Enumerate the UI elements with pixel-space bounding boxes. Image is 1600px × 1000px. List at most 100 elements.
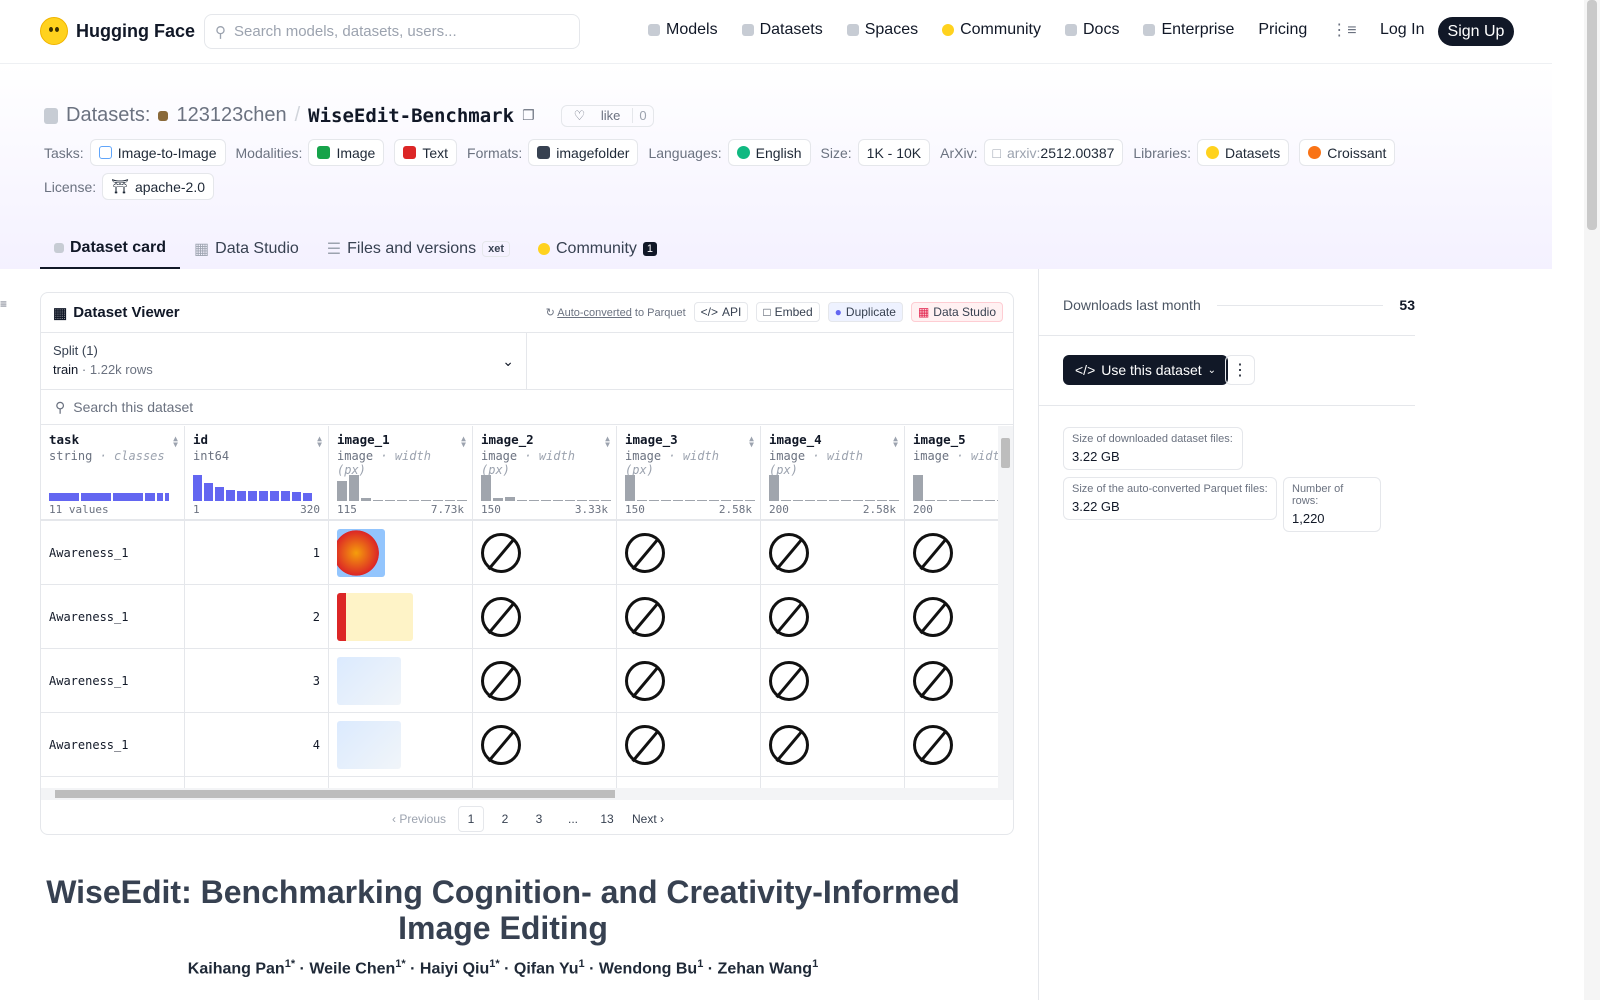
column-header[interactable]: id int64 ▲ ▼ 1 320 — [185, 426, 328, 521]
nav-datasets[interactable]: Datasets — [741, 21, 823, 39]
table-cell[interactable] — [761, 713, 904, 777]
table-cell[interactable] — [473, 521, 616, 585]
nav-enterprise[interactable]: Enterprise — [1143, 21, 1234, 39]
tag-language[interactable]: English — [727, 139, 811, 166]
histogram-bar — [481, 475, 491, 501]
histogram-bar — [889, 500, 899, 501]
table-cell[interactable] — [761, 585, 904, 649]
sort-icon[interactable]: ▲ ▼ — [893, 435, 898, 449]
chevron-down-icon: ⌄ — [502, 353, 514, 369]
duplicate-button[interactable]: ● Duplicate — [827, 302, 903, 322]
tag-license[interactable]: ⛩ apache-2.0 — [102, 173, 214, 200]
use-dataset-button[interactable]: </> Use this dataset ⌄ — [1063, 355, 1229, 385]
tab-data-studio[interactable]: ▦ Data Studio — [180, 228, 313, 269]
tag-size[interactable]: 1K - 10K — [857, 139, 931, 166]
table-cell[interactable] — [473, 649, 616, 713]
nav-links: Models Datasets Spaces Community Docs En… — [648, 20, 1357, 40]
page-1[interactable]: 1 — [458, 806, 484, 832]
datasets-link[interactable]: Datasets: — [66, 104, 150, 127]
tag-modality-text[interactable]: Text — [394, 139, 458, 166]
histogram-bar — [81, 493, 111, 501]
table-cell[interactable]: 2 — [185, 585, 328, 649]
nav-models[interactable]: Models — [648, 21, 718, 39]
column-header[interactable]: image_2 image · width (px) ▲ ▼ 150 3.33k — [473, 426, 616, 521]
brand-logo[interactable]: Hugging Face — [40, 17, 195, 45]
column-header[interactable]: image_3 image · width (px) ▲ ▼ 150 2.58k — [617, 426, 760, 521]
sort-icon[interactable]: ▲ ▼ — [605, 435, 610, 449]
column-header[interactable]: image_4 image · width (px) ▲ ▼ 200 2.58k — [761, 426, 904, 521]
sidebar-toggle-icon[interactable]: ≡ — [0, 297, 10, 311]
column-name: task — [49, 432, 80, 447]
page-3[interactable]: 3 — [526, 806, 552, 832]
table-cell[interactable] — [905, 649, 999, 713]
tab-community[interactable]: Community 1 — [524, 228, 671, 269]
data-studio-button[interactable]: ▦ Data Studio — [910, 302, 1003, 322]
signup-button[interactable]: Sign Up — [1438, 17, 1514, 46]
tag-lib-croissant[interactable]: Croissant — [1299, 139, 1396, 166]
nav-pricing[interactable]: Pricing — [1258, 21, 1307, 39]
global-search-input[interactable]: ⚲ Search models, datasets, users... — [204, 14, 580, 49]
split-select[interactable]: Split (1) train · 1.22k rows ⌄ — [41, 333, 527, 389]
prev-page-button[interactable]: ‹ Previous — [388, 806, 450, 832]
table-cell[interactable]: Awareness_1 — [41, 713, 184, 777]
nav-spaces[interactable]: Spaces — [846, 21, 918, 39]
sort-icon[interactable]: ▲ ▼ — [461, 435, 466, 449]
table-cell[interactable] — [473, 713, 616, 777]
table-cell[interactable] — [905, 521, 999, 585]
table-cell[interactable] — [617, 649, 760, 713]
table-cell[interactable] — [617, 713, 760, 777]
page-2[interactable]: 2 — [492, 806, 518, 832]
owner-link[interactable]: 123123chen — [176, 104, 286, 127]
column-histogram — [913, 471, 999, 501]
nav-menu-icon[interactable]: ⋮≡ — [1331, 20, 1356, 40]
sort-icon[interactable]: ▲ ▼ — [173, 435, 178, 449]
vertical-scrollbar[interactable] — [998, 426, 1013, 788]
sort-icon[interactable]: ▲ ▼ — [749, 435, 754, 449]
table-cell[interactable] — [761, 649, 904, 713]
viewer-search-input[interactable]: ⚲ Search this dataset — [41, 390, 1013, 425]
table-cell[interactable]: 3 — [185, 649, 328, 713]
table-cell[interactable] — [617, 521, 760, 585]
login-link[interactable]: Log In — [1380, 21, 1424, 39]
table-cell[interactable] — [329, 521, 472, 585]
table-cell[interactable]: 4 — [185, 713, 328, 777]
horizontal-scrollbar[interactable] — [41, 788, 1013, 800]
tab-files[interactable]: ☰ Files and versions xet — [313, 228, 524, 269]
table-cell[interactable] — [473, 585, 616, 649]
table-cell[interactable] — [905, 713, 999, 777]
next-page-button[interactable]: Next › — [628, 806, 668, 832]
table-cell[interactable] — [329, 713, 472, 777]
folder-icon — [537, 146, 551, 159]
table-cell[interactable] — [329, 649, 472, 713]
sort-icon[interactable]: ▲ ▼ — [317, 435, 322, 449]
page-scrollbar[interactable] — [1584, 0, 1600, 1000]
copy-icon[interactable]: ❐ — [522, 107, 535, 124]
tag-arxiv[interactable]: □ arxiv: 2512.00387 — [983, 139, 1124, 166]
tag-lib-datasets[interactable]: Datasets — [1196, 139, 1290, 166]
like-button[interactable]: ♡ like 0 — [560, 104, 654, 127]
tab-dataset-card[interactable]: Dataset card — [40, 228, 181, 269]
download-size-box: Size of downloaded dataset files: 3.22 GB — [1063, 427, 1243, 470]
table-cell[interactable] — [905, 585, 999, 649]
table-cell[interactable] — [761, 521, 904, 585]
nav-community[interactable]: Community — [942, 21, 1041, 39]
more-options-button[interactable]: ⋮ — [1225, 355, 1255, 385]
table-cell[interactable]: 1 — [185, 521, 328, 585]
table-cell[interactable] — [617, 585, 760, 649]
auto-converted-link[interactable]: ↻ Auto-converted to Parquet — [546, 306, 686, 319]
column-header[interactable]: image_5image · width▲▼200 — [905, 426, 999, 521]
column-header[interactable]: task string · classes ▲ ▼ 11 values — [41, 426, 184, 521]
page-13[interactable]: 13 — [594, 806, 620, 832]
repo-name[interactable]: WiseEdit-Benchmark — [308, 105, 514, 127]
tag-format[interactable]: imagefolder — [528, 139, 639, 166]
nav-docs[interactable]: Docs — [1065, 21, 1119, 39]
tag-modality-image[interactable]: Image — [308, 139, 385, 166]
table-cell[interactable]: Awareness_1 — [41, 649, 184, 713]
api-button[interactable]: </> API — [693, 302, 749, 322]
tag-task[interactable]: Image-to-Image — [89, 139, 226, 166]
table-cell[interactable] — [329, 585, 472, 649]
column-header[interactable]: image_1 image · width (px) ▲ ▼ 115 7.73k — [329, 426, 472, 521]
embed-button[interactable]: □ Embed — [756, 302, 820, 322]
table-cell[interactable]: Awareness_1 — [41, 585, 184, 649]
table-cell[interactable]: Awareness_1 — [41, 521, 184, 585]
